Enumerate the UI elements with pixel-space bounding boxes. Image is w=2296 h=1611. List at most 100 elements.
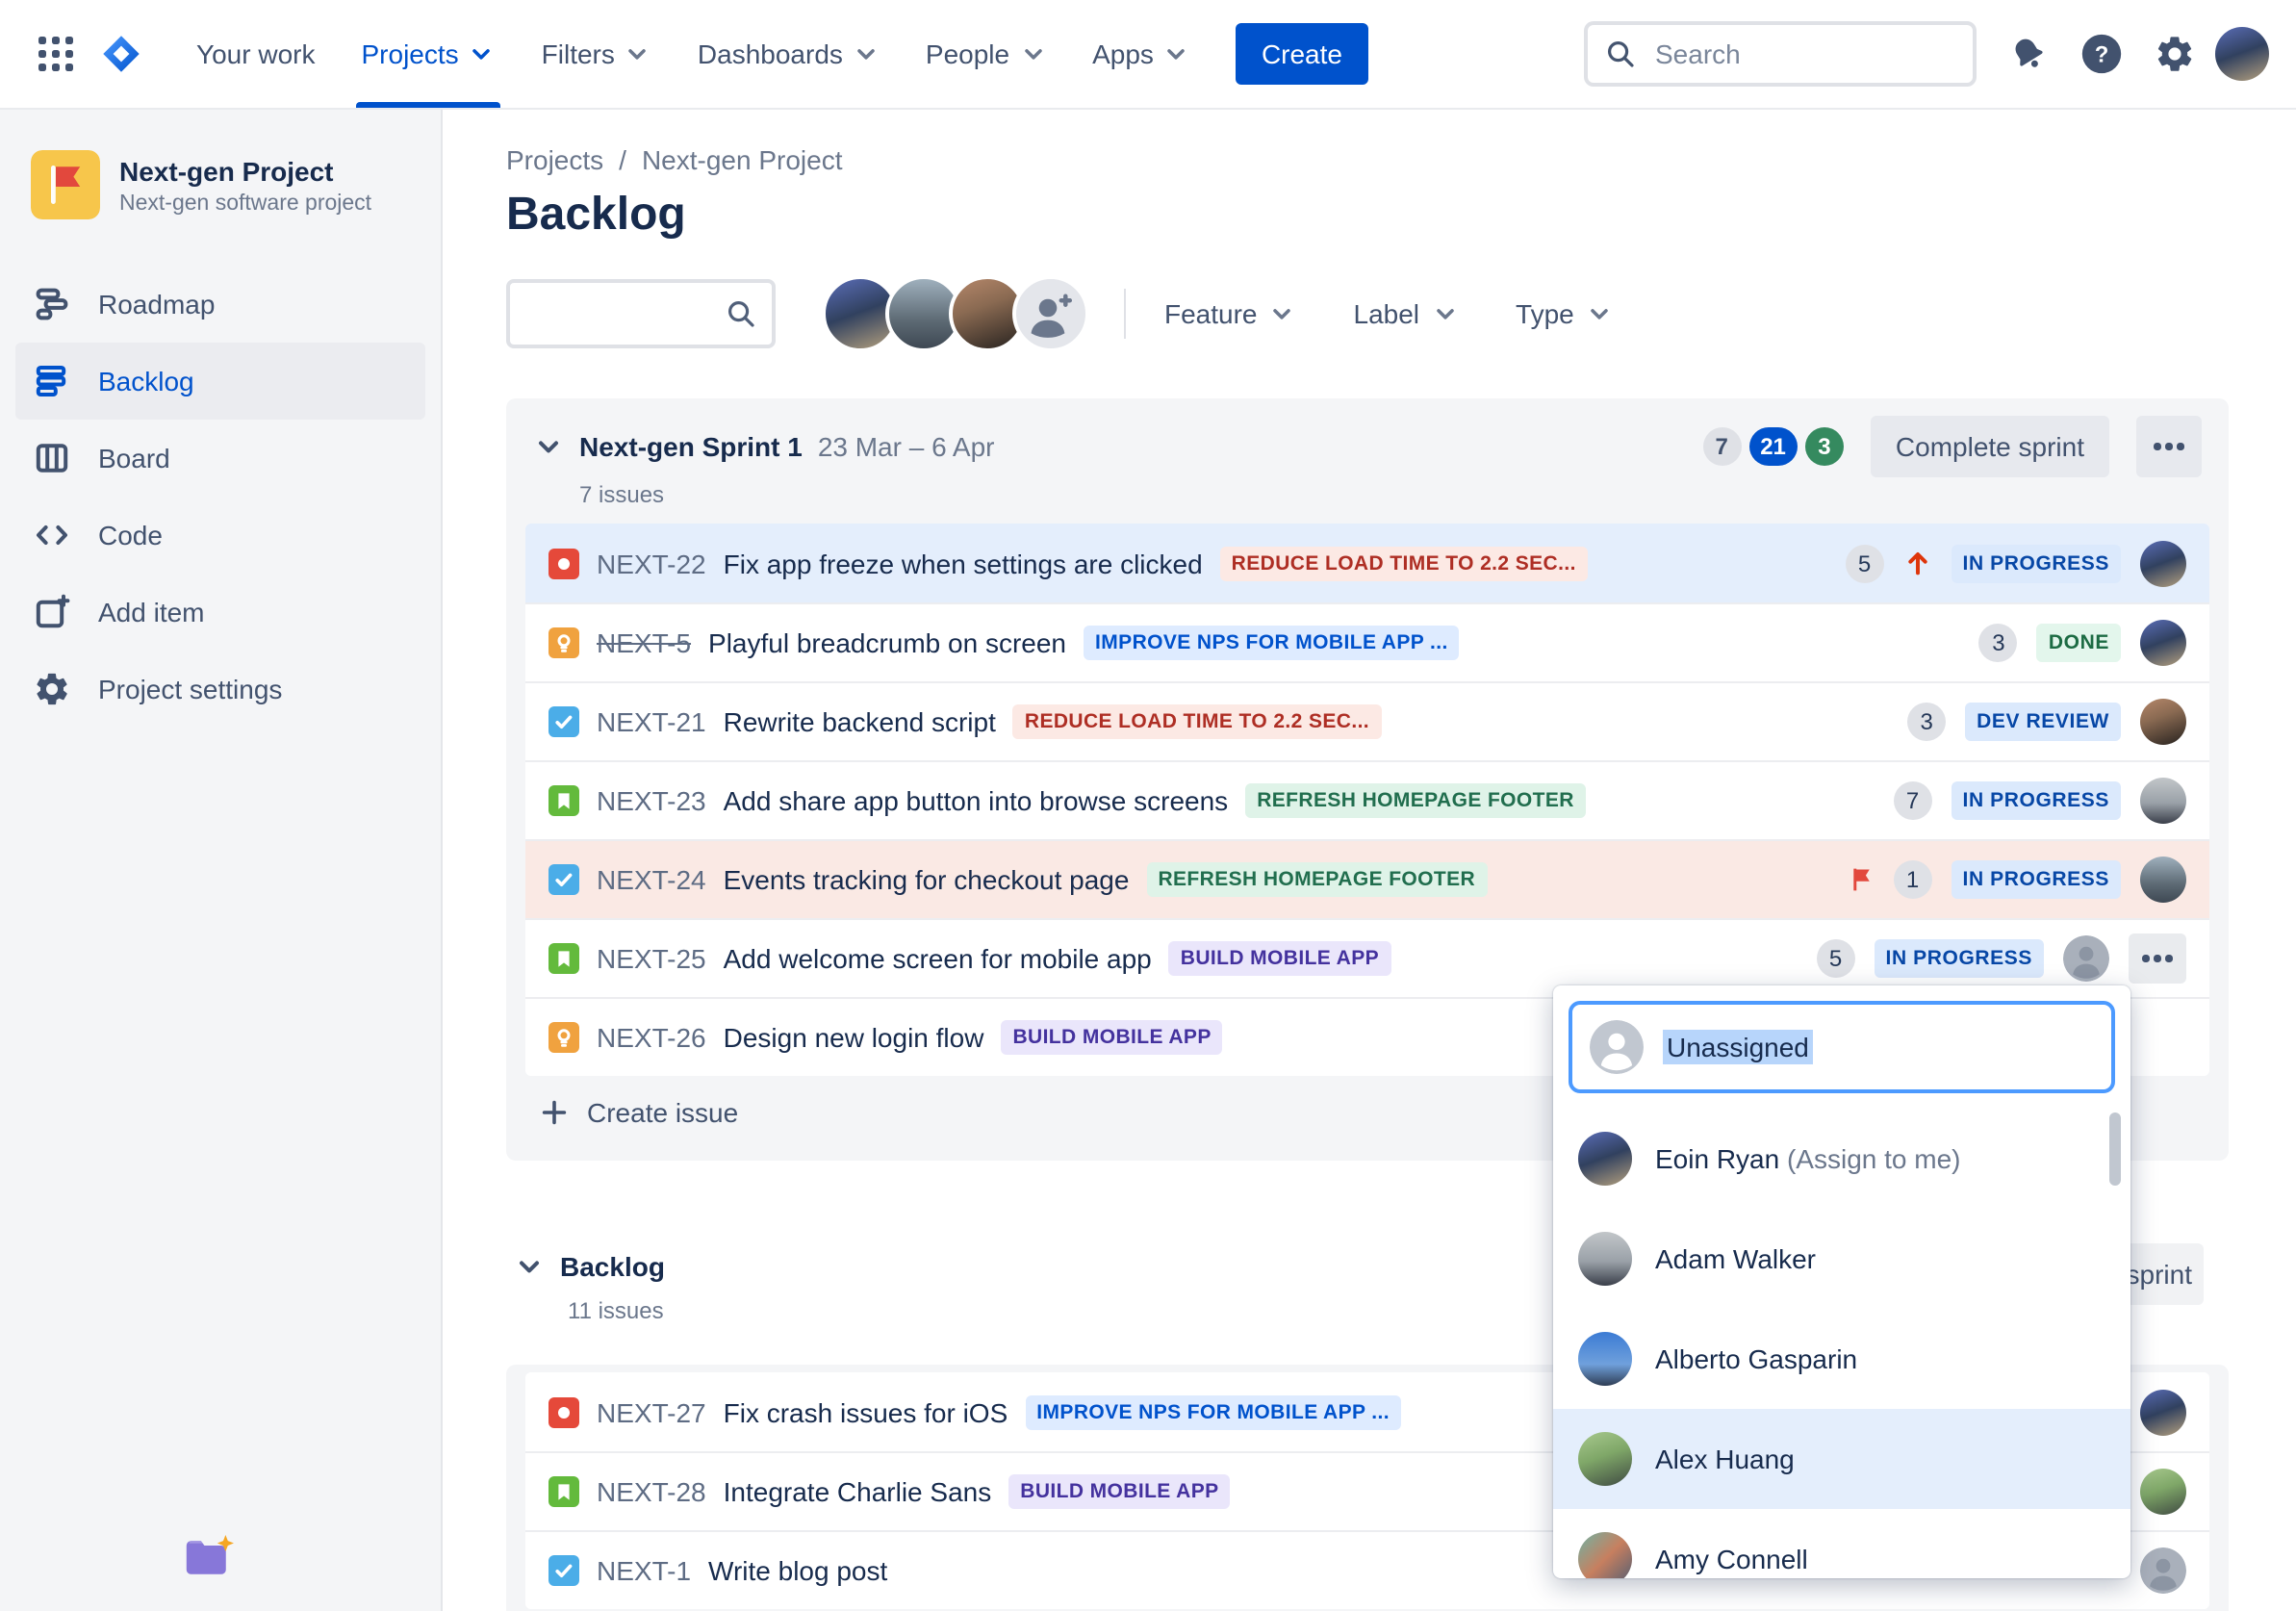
story-points[interactable]: 7 — [1894, 781, 1932, 820]
assignee-option-amy-connell[interactable]: Amy Connell — [1553, 1509, 2130, 1578]
assignee-avatar[interactable] — [1578, 1432, 1632, 1486]
backlog-search-input[interactable] — [525, 296, 726, 331]
story-points[interactable]: 5 — [1817, 939, 1855, 978]
nav-item-dashboards[interactable]: Dashboards — [675, 0, 903, 108]
assignee-avatar[interactable] — [2140, 540, 2186, 586]
create-button[interactable]: Create — [1237, 23, 1367, 85]
assignee-option-alex-huang[interactable]: Alex Huang — [1553, 1409, 2130, 1509]
sprint-more-button[interactable] — [2136, 416, 2202, 477]
filter-dropdown-type[interactable]: Type — [1516, 298, 1613, 329]
assignee-avatar[interactable] — [2140, 620, 2186, 666]
issue-type-bug-icon — [548, 1396, 579, 1427]
sidebar-item-project-settings[interactable]: Project settings — [15, 651, 425, 728]
user-avatar[interactable] — [2215, 27, 2269, 81]
chevron-down-icon[interactable] — [514, 1251, 545, 1282]
assignee-option-eoin-ryan[interactable]: Eoin Ryan (Assign to me) — [1553, 1109, 2130, 1209]
epic-tag[interactable]: REFRESH HOMEPAGE FOOTER — [1146, 862, 1487, 897]
issue-more-button[interactable] — [2129, 933, 2186, 984]
add-member-button[interactable] — [1012, 275, 1089, 352]
sidebar-item-label: Roadmap — [98, 289, 215, 320]
chevron-down-icon[interactable] — [533, 431, 564, 462]
status-badge[interactable]: IN PROGRESS — [1952, 544, 2121, 582]
nav-item-your-work[interactable]: Your work — [173, 0, 339, 108]
issue-row-next-24[interactable]: NEXT-24Events tracking for checkout page… — [525, 839, 2209, 918]
sidebar-item-board[interactable]: Board — [15, 420, 425, 497]
assignee-search-field[interactable]: Unassigned — [1569, 1001, 2115, 1093]
nav-item-people[interactable]: People — [903, 0, 1069, 108]
assignee-name: Amy Connell — [1655, 1544, 1808, 1574]
sidebar-item-backlog[interactable]: Backlog — [15, 343, 425, 420]
issue-key: NEXT-22 — [597, 548, 706, 578]
issue-type-idea-icon — [548, 627, 579, 658]
epic-tag[interactable]: REFRESH HOMEPAGE FOOTER — [1245, 783, 1586, 818]
assignee-avatar[interactable] — [2140, 1389, 2186, 1435]
main-content: Projects / Next-gen Project Backlog Feat… — [443, 108, 2296, 1611]
assignee-avatar[interactable] — [2140, 699, 2186, 745]
epic-tag[interactable]: REDUCE LOAD TIME TO 2.2 SEC... — [1013, 704, 1381, 739]
help-icon[interactable]: ? — [2069, 21, 2134, 87]
filter-dropdown-label[interactable]: Label — [1354, 298, 1459, 329]
sidebar-item-add-item[interactable]: Add item — [15, 574, 425, 651]
project-avatar — [31, 150, 100, 219]
assignee-avatar[interactable] — [2140, 778, 2186, 824]
story-points[interactable]: 3 — [1907, 703, 1946, 741]
assignee-avatar[interactable] — [1578, 1332, 1632, 1386]
status-badge[interactable]: DONE — [2037, 624, 2121, 662]
nav-item-label: Projects — [362, 38, 459, 69]
assignee-avatar[interactable] — [2140, 1469, 2186, 1515]
issue-summary: Add welcome screen for mobile app — [724, 943, 1152, 974]
assignee-option-adam-walker[interactable]: Adam Walker — [1553, 1209, 2130, 1309]
unassigned-avatar — [2140, 1547, 2186, 1594]
breadcrumb: Projects / Next-gen Project — [506, 144, 843, 175]
global-search-input[interactable] — [1651, 37, 1955, 71]
issue-row-next-21[interactable]: NEXT-21Rewrite backend scriptREDUCE LOAD… — [525, 681, 2209, 760]
filter-dropdown-feature[interactable]: Feature — [1164, 298, 1296, 329]
epic-tag[interactable]: IMPROVE NPS FOR MOBILE APP ... — [1025, 1394, 1401, 1429]
backlog-section-header: Backlog — [514, 1251, 665, 1282]
jira-backlog-page: Your work Projects FiltersDashboardsPeople… — [0, 0, 2296, 1611]
issue-key: NEXT-1 — [597, 1555, 691, 1586]
app-switcher-icon[interactable] — [23, 21, 89, 87]
epic-tag[interactable]: REDUCE LOAD TIME TO 2.2 SEC... — [1220, 546, 1588, 580]
chevron-down-icon — [1269, 300, 1296, 327]
backlog-search[interactable] — [506, 279, 776, 348]
breadcrumb-project-name[interactable]: Next-gen Project — [642, 144, 843, 175]
epic-tag[interactable]: BUILD MOBILE APP — [1008, 1474, 1230, 1509]
issue-row-next-22[interactable]: NEXT-22Fix app freeze when settings are … — [525, 524, 2209, 602]
issue-row-next-23[interactable]: NEXT-23Add share app button into browse … — [525, 760, 2209, 839]
status-badge[interactable]: DEV REVIEW — [1965, 703, 2121, 741]
settings-gear-icon[interactable] — [2142, 21, 2207, 87]
chevron-down-icon — [853, 40, 880, 67]
assignee-avatar[interactable] — [2140, 857, 2186, 903]
assignee-input-value[interactable]: Unassigned — [1663, 1030, 1813, 1064]
dropdown-scrollbar[interactable] — [2109, 1112, 2121, 1186]
complete-sprint-button[interactable]: Complete sprint — [1871, 416, 2109, 477]
epic-tag[interactable]: IMPROVE NPS FOR MOBILE APP ... — [1084, 626, 1460, 660]
issue-type-story-icon — [548, 1476, 579, 1507]
status-badge[interactable]: IN PROGRESS — [1952, 781, 2121, 820]
nav-item-filters[interactable]: Filters — [519, 0, 675, 108]
assignee-avatar[interactable] — [1578, 1132, 1632, 1186]
breadcrumb-projects[interactable]: Projects — [506, 144, 603, 175]
project-header[interactable]: Next-gen Project Next-gen software proje… — [0, 150, 441, 219]
status-badge[interactable]: IN PROGRESS — [1952, 860, 2121, 899]
status-badge[interactable]: IN PROGRESS — [1875, 939, 2044, 978]
story-points[interactable]: 5 — [1846, 544, 1884, 582]
story-points[interactable]: 3 — [1979, 624, 2018, 662]
issue-summary: Add share app button into browse screens — [724, 785, 1229, 816]
sidebar-item-code[interactable]: Code — [15, 497, 425, 574]
nav-item-projects[interactable]: Projects — [339, 0, 519, 108]
sidebar-item-roadmap[interactable]: Roadmap — [15, 266, 425, 343]
epic-tag[interactable]: BUILD MOBILE APP — [1001, 1020, 1222, 1055]
issue-row-next-5[interactable]: NEXT-5Playful breadcrumb on screenIMPROV… — [525, 602, 2209, 681]
story-points[interactable]: 1 — [1894, 860, 1932, 899]
issue-type-story-icon — [548, 943, 579, 974]
epic-tag[interactable]: BUILD MOBILE APP — [1169, 941, 1390, 976]
global-search[interactable] — [1584, 21, 1977, 87]
assignee-avatar[interactable] — [1578, 1532, 1632, 1578]
jira-logo-icon[interactable] — [89, 21, 154, 87]
notifications-icon[interactable] — [1996, 21, 2061, 87]
assignee-option-alberto-gasparin[interactable]: Alberto Gasparin — [1553, 1309, 2130, 1409]
assignee-avatar[interactable] — [1578, 1232, 1632, 1286]
nav-item-apps[interactable]: Apps — [1069, 0, 1213, 108]
